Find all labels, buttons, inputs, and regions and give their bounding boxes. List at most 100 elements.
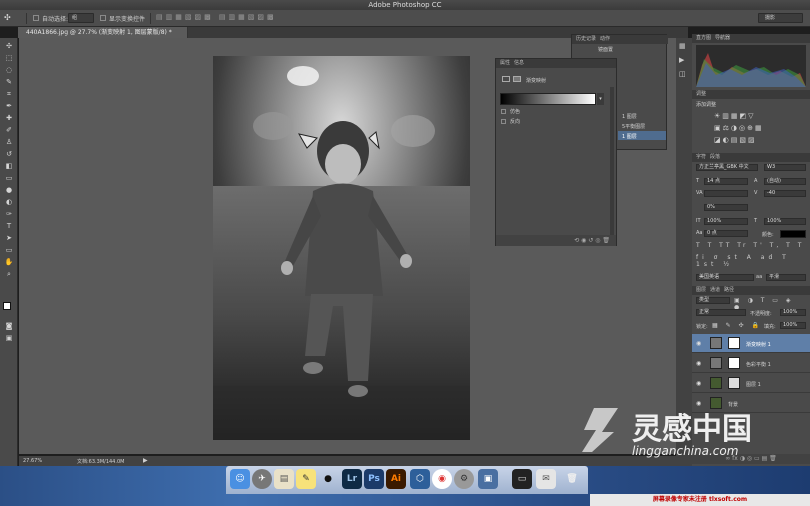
preview-icon[interactable]: ▤ xyxy=(274,469,294,489)
screen-mode-icon[interactable]: ▣ xyxy=(4,334,14,342)
paragraph-tab[interactable]: 段落 xyxy=(710,154,720,160)
history-item[interactable]: 1 图层 xyxy=(622,133,637,140)
move-tool-icon[interactable]: ✣ xyxy=(4,13,18,23)
zoom-level[interactable]: 27.67% xyxy=(23,458,42,464)
tracking-field[interactable]: -40 xyxy=(764,190,806,197)
gradient-bar[interactable] xyxy=(500,93,596,105)
type-tool-icon[interactable]: T xyxy=(4,222,14,230)
adjustment-icons[interactable]: ☀▥▦◩▽ ▣⚖◑◎⊕▦ ◪◐▤▧▨ xyxy=(714,110,794,146)
hand-tool-icon[interactable]: ✋ xyxy=(4,258,14,266)
play-icon[interactable]: ▶ xyxy=(679,56,684,64)
text-style-buttons[interactable]: T T TT Tr T' T, T T xyxy=(696,242,806,250)
crop-tool-icon[interactable]: ⌗ xyxy=(4,90,14,98)
info-tab[interactable]: 信息 xyxy=(514,60,524,66)
opentype-buttons[interactable]: fi σ st A ad T 1st ½ xyxy=(696,254,806,268)
healing-tool-icon[interactable]: ✚ xyxy=(4,114,14,122)
path-select-icon[interactable]: ➤ xyxy=(4,234,14,242)
channels-tab[interactable]: 通道 xyxy=(710,287,720,293)
quick-select-tool-icon[interactable]: ✎ xyxy=(4,78,14,86)
layer-filter-select[interactable]: 类型 xyxy=(696,297,730,304)
history-item[interactable]: 5平衡图层 xyxy=(622,123,645,130)
show-transform-checkbox[interactable] xyxy=(100,15,106,21)
workspace-dropdown[interactable]: 摄影 xyxy=(758,13,803,23)
blur-tool-icon[interactable]: ● xyxy=(4,186,14,194)
reverse-checkbox[interactable] xyxy=(501,119,506,124)
marquee-tool-icon[interactable]: ⬚ xyxy=(4,54,14,62)
lasso-tool-icon[interactable]: ◌ xyxy=(4,66,14,74)
notes-icon[interactable]: ✎ xyxy=(296,469,316,489)
history-item[interactable]: 1 图层 xyxy=(622,113,637,120)
kerning-field[interactable] xyxy=(704,190,748,197)
eraser-tool-icon[interactable]: ◧ xyxy=(4,162,14,170)
auto-select-checkbox[interactable] xyxy=(33,15,39,21)
navigator-tab[interactable]: 导航器 xyxy=(715,35,730,41)
terminal-icon[interactable]: ▭ xyxy=(512,469,532,489)
eyedropper-tool-icon[interactable]: ✒ xyxy=(4,102,14,110)
history-tab[interactable]: 历史记录 xyxy=(576,36,596,42)
mask-thumbnail[interactable] xyxy=(728,357,740,369)
mask-thumbnail[interactable] xyxy=(728,377,740,389)
gradient-tool-icon[interactable]: ▭ xyxy=(4,174,14,182)
pen-tool-icon[interactable]: ✑ xyxy=(4,210,14,218)
foreground-color-swatch[interactable] xyxy=(3,302,11,310)
font-family-select[interactable]: 方正兰亭黑_GBK 中文 xyxy=(696,164,758,171)
blend-mode-select[interactable]: 正常 xyxy=(696,309,746,316)
character-tab[interactable]: 字符 xyxy=(696,154,706,160)
gradient-dropdown-icon[interactable]: ▾ xyxy=(597,93,604,105)
zoom-tool-icon[interactable]: ⌕ xyxy=(4,270,14,278)
photo-browser-icon[interactable]: ⬡ xyxy=(410,469,430,489)
camera-icon[interactable]: ▣ xyxy=(478,469,498,489)
history-item[interactable]: 镜面置 xyxy=(598,46,613,53)
properties-footer-icons[interactable]: ⟲ ◉ ↺ ◎ 🗑 xyxy=(496,235,616,246)
photoshop-icon[interactable]: Ps xyxy=(364,469,384,489)
document-image[interactable] xyxy=(213,56,470,440)
quick-mask-icon[interactable]: ◙ xyxy=(4,322,14,330)
text-color-swatch[interactable] xyxy=(780,230,806,238)
brush-tool-icon[interactable]: ✐ xyxy=(4,126,14,134)
properties-tab[interactable]: 属性 xyxy=(500,60,510,66)
visibility-eye-icon[interactable]: ◉ xyxy=(696,340,701,347)
layer-row[interactable]: ◉ 色彩平衡 1 xyxy=(692,354,810,373)
paths-tab[interactable]: 路径 xyxy=(724,287,734,293)
chrome-icon[interactable]: ◉ xyxy=(432,469,452,489)
layer-row[interactable]: ◉ 渐变映射 1 xyxy=(692,334,810,353)
lightroom-icon[interactable]: Lr xyxy=(342,469,362,489)
trash-icon[interactable]: 🗑 xyxy=(562,469,582,489)
finder-icon[interactable]: ☺ xyxy=(230,469,250,489)
visibility-eye-icon[interactable]: ◉ xyxy=(696,380,701,387)
layers-tab[interactable]: 图层 xyxy=(696,287,706,293)
horizontal-scale-field[interactable]: 100% xyxy=(764,218,806,225)
visibility-eye-icon[interactable]: ◉ xyxy=(696,360,701,367)
align-buttons[interactable]: ▤▥▦▧▨▩ ▤▥▦▧▨▩ xyxy=(156,13,316,23)
antialias-select[interactable]: 平滑 xyxy=(766,274,806,281)
move-tool-icon[interactable]: ✣ xyxy=(4,42,14,50)
leading-field[interactable]: (自动) xyxy=(764,178,806,185)
lock-icons[interactable]: ▦ ✎ ✣ 🔒 xyxy=(712,322,762,329)
qq-icon[interactable]: ● xyxy=(318,469,338,489)
status-menu-arrow-icon[interactable]: ▶ xyxy=(143,457,148,464)
shape-tool-icon[interactable]: ▭ xyxy=(4,246,14,254)
document-tab[interactable]: 440A1866.jpg @ 27.7% (渐变映射 1, 图层蒙版/8) * xyxy=(18,27,188,38)
mail-icon[interactable]: ✉ xyxy=(536,469,556,489)
system-preferences-icon[interactable]: ⚙ xyxy=(454,469,474,489)
layer-row[interactable]: ◉ 图层 1 xyxy=(692,374,810,393)
font-size-field[interactable]: 14 点 xyxy=(704,178,748,185)
layers-icon[interactable]: ◫ xyxy=(679,70,686,78)
histogram-tab[interactable]: 直方图 xyxy=(696,35,711,41)
fill-field[interactable]: 100% xyxy=(780,322,806,329)
auto-select-dropdown[interactable]: 组 xyxy=(68,13,94,23)
history-brush-icon[interactable]: ↺ xyxy=(4,150,14,158)
launchpad-icon[interactable]: ✈ xyxy=(252,469,272,489)
actions-tab[interactable]: 动作 xyxy=(600,36,610,42)
baseline-field[interactable]: 0 点 xyxy=(704,230,748,237)
dither-checkbox[interactable] xyxy=(501,109,506,114)
mask-thumbnail[interactable] xyxy=(728,337,740,349)
language-select[interactable]: 美国英语 xyxy=(696,274,754,281)
properties-scrollbar[interactable] xyxy=(610,87,614,235)
stamp-tool-icon[interactable]: ♙ xyxy=(4,138,14,146)
vertical-scale-field[interactable]: 100% xyxy=(704,218,748,225)
illustrator-icon[interactable]: Ai xyxy=(386,469,406,489)
histogram-icon[interactable]: ▦ xyxy=(679,42,686,50)
dodge-tool-icon[interactable]: ◐ xyxy=(4,198,14,206)
font-style-select[interactable]: W3 xyxy=(764,164,806,171)
